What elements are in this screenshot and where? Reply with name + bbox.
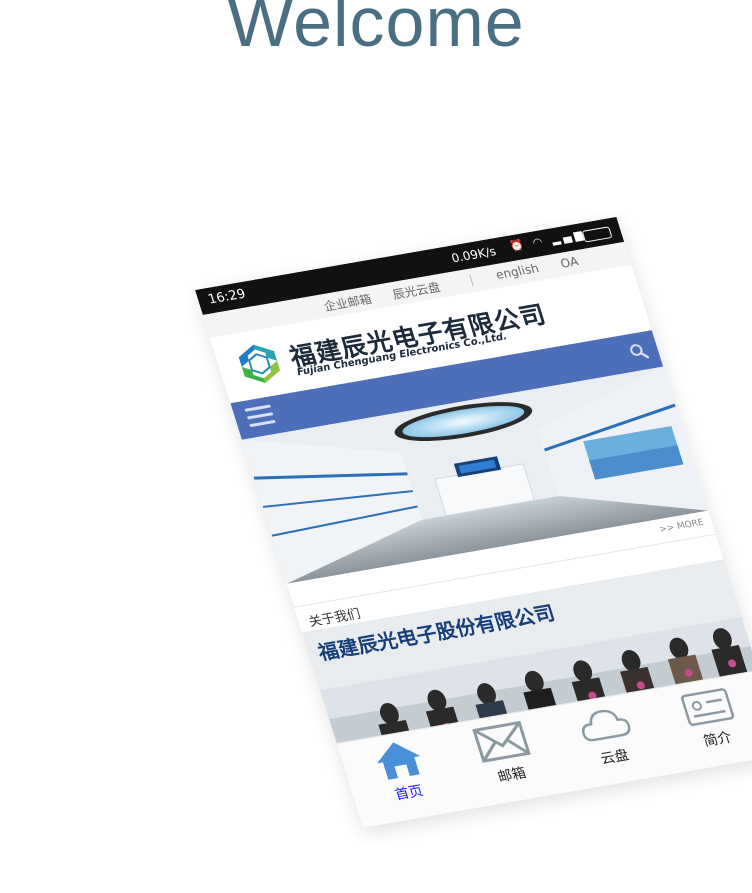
tab-home[interactable]: 首页 xyxy=(349,733,458,816)
status-time: 16:29 xyxy=(206,286,248,308)
mail-icon xyxy=(472,720,531,763)
phone-screen: 16:29 0.09K/s ⏰ ◠ ▂▄▆ 企业邮箱 辰光云盘 english … xyxy=(195,216,752,828)
menu-icon[interactable] xyxy=(244,404,277,431)
company-logo-icon[interactable] xyxy=(231,339,287,389)
id-card-icon xyxy=(681,688,735,726)
tab-cloud[interactable]: 云盘 xyxy=(554,697,663,780)
nav-oa[interactable]: OA xyxy=(559,254,580,270)
phone-mockup-stage: 16:29 0.09K/s ⏰ ◠ ▂▄▆ 企业邮箱 辰光云盘 english … xyxy=(0,0,752,893)
alarm-icon: ⏰ xyxy=(508,237,529,254)
home-icon xyxy=(377,742,421,780)
tab-mail-label: 邮箱 xyxy=(495,765,529,786)
wifi-icon: ◠ xyxy=(530,234,548,250)
nav-divider xyxy=(469,274,474,287)
more-link[interactable]: >> MORE xyxy=(658,518,705,535)
nav-english[interactable]: english xyxy=(494,261,540,282)
net-speed: 0.09K/s xyxy=(449,244,498,266)
search-icon[interactable] xyxy=(627,341,650,361)
cloud-icon xyxy=(581,709,631,742)
tab-intro[interactable]: 简介 xyxy=(657,679,752,762)
tab-cloud-label: 云盘 xyxy=(598,747,632,768)
signal-icon: ▂▄▆ xyxy=(549,227,588,247)
tab-home-label: 首页 xyxy=(392,783,426,804)
tab-mail[interactable]: 邮箱 xyxy=(451,715,560,798)
battery-icon xyxy=(581,226,613,243)
tab-intro-label: 简介 xyxy=(701,729,734,750)
